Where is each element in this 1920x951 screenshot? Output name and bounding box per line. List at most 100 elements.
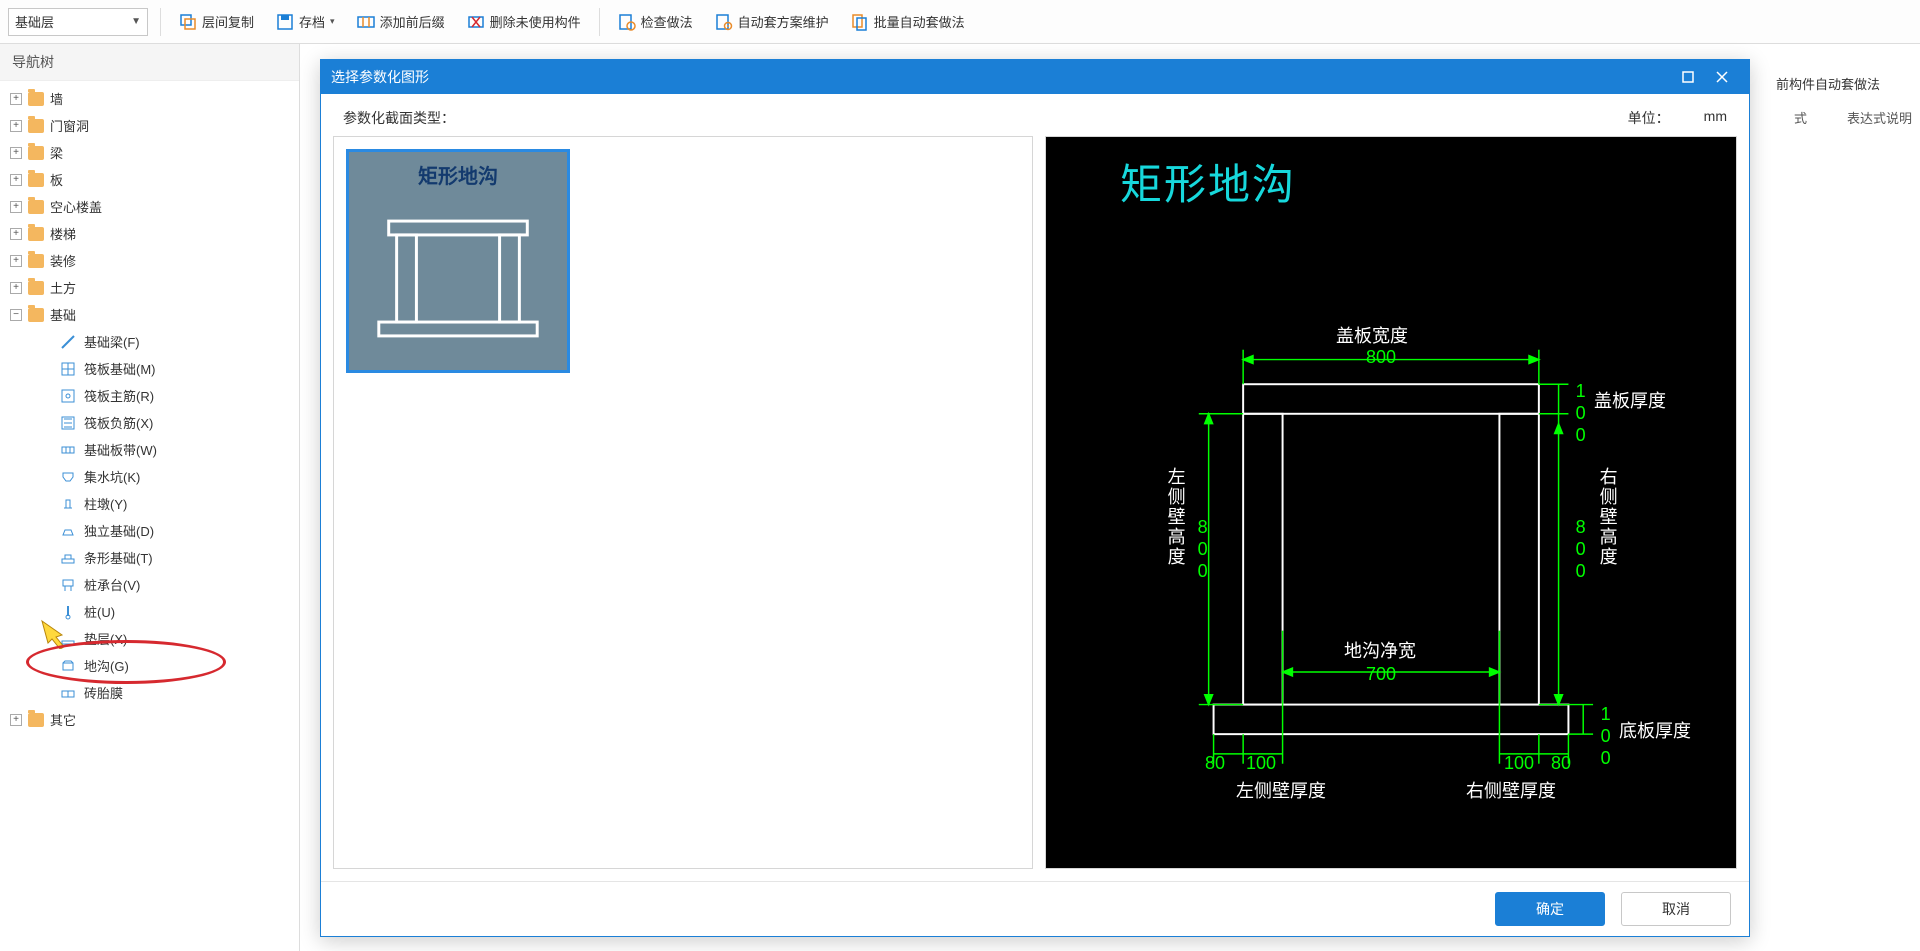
- tree-label: 装修: [50, 251, 76, 270]
- sidebar: 导航树 + 墙 + 门窗洞 + 梁 + 板 +: [0, 44, 300, 951]
- expand-icon[interactable]: +: [10, 93, 22, 105]
- tree-item-strip-foundation[interactable]: 条形基础(T): [0, 544, 299, 571]
- expand-icon[interactable]: +: [10, 174, 22, 186]
- tree-item-bedding[interactable]: 垫层(X): [0, 625, 299, 652]
- pile-icon: [60, 604, 76, 620]
- layer-select[interactable]: 基础层 ▼: [8, 8, 148, 36]
- tree-item-foundation-strip-slab[interactable]: 基础板带(W): [0, 436, 299, 463]
- auto-apply-option[interactable]: 前构件自动套做法: [1776, 74, 1880, 93]
- batch-auto-method-button[interactable]: 批量自动套做法: [845, 8, 971, 35]
- close-button[interactable]: [1705, 63, 1739, 91]
- brick-icon: [60, 685, 76, 701]
- tree-label: 独立基础(D): [84, 521, 154, 540]
- tb-label: 删除未使用构件: [490, 12, 581, 31]
- tree-group-earthwork[interactable]: + 土方: [0, 274, 299, 301]
- tree-item-pile[interactable]: 桩(U): [0, 598, 299, 625]
- maximize-button[interactable]: [1671, 63, 1705, 91]
- tb-label: 添加前后缀: [380, 12, 445, 31]
- delete-unused-button[interactable]: 删除未使用构件: [461, 8, 587, 35]
- check-icon: [618, 13, 636, 31]
- label-bottom-thickness: 底板厚度: [1619, 717, 1691, 743]
- expand-icon[interactable]: +: [10, 228, 22, 240]
- tree-label: 楼梯: [50, 224, 76, 243]
- dialog-titlebar[interactable]: 选择参数化图形: [321, 60, 1749, 94]
- tree-item-brick-mold[interactable]: 砖胎膜: [0, 679, 299, 706]
- add-prefix-suffix-button[interactable]: 添加前后缀: [351, 8, 451, 35]
- value-cover-width: 800: [1366, 347, 1396, 368]
- tree-group-decoration[interactable]: + 装修: [0, 247, 299, 274]
- tree-item-column-pier[interactable]: 柱墩(Y): [0, 490, 299, 517]
- expand-icon[interactable]: +: [10, 120, 22, 132]
- dialog-title: 选择参数化图形: [331, 67, 1671, 87]
- tree-label: 集水坑(K): [84, 467, 140, 486]
- cancel-button[interactable]: 取消: [1621, 892, 1731, 926]
- tree-group-other[interactable]: + 其它: [0, 706, 299, 733]
- gear-icon: [715, 13, 733, 31]
- archive-button[interactable]: 存档 ▾: [270, 8, 341, 35]
- tree-group-foundation[interactable]: − 基础: [0, 301, 299, 328]
- col-expr-desc: 表达式说明: [1847, 108, 1912, 127]
- expand-icon[interactable]: +: [10, 255, 22, 267]
- tree-group-slab[interactable]: + 板: [0, 166, 299, 193]
- value-trench-net-width: 700: [1366, 664, 1396, 685]
- tree-label: 条形基础(T): [84, 548, 153, 567]
- section-type-label: 参数化截面类型：: [343, 108, 455, 128]
- tree-item-sump[interactable]: 集水坑(K): [0, 463, 299, 490]
- tree-label: 桩(U): [84, 602, 115, 621]
- folder-icon: [28, 308, 44, 322]
- label-left-wall-thickness: 左侧壁厚度: [1236, 777, 1326, 803]
- label-left-wall-height: 左侧壁高度: [1164, 467, 1186, 567]
- tree-label: 柱墩(Y): [84, 494, 127, 513]
- shape-thumb-rect-trench[interactable]: 矩形地沟: [346, 149, 570, 373]
- select-parametric-shape-dialog: 选择参数化图形 参数化截面类型： 单位： mm 矩形地沟: [320, 59, 1750, 937]
- toolbar-separator: [599, 8, 600, 36]
- expand-icon[interactable]: +: [10, 147, 22, 159]
- tree-item-foundation-beam[interactable]: 基础梁(F): [0, 328, 299, 355]
- expand-icon[interactable]: +: [10, 201, 22, 213]
- nav-tree[interactable]: + 墙 + 门窗洞 + 梁 + 板 + 空心楼盖: [0, 81, 299, 951]
- tree-label: 土方: [50, 278, 76, 297]
- shape-preview-panel[interactable]: 矩形地沟: [1045, 136, 1737, 869]
- folder-icon: [28, 281, 44, 295]
- tree-label: 垫层(X): [84, 629, 127, 648]
- dialog-footer: 确定 取消: [321, 881, 1749, 936]
- auto-scheme-maintain-button[interactable]: 自动套方案维护: [709, 8, 835, 35]
- label-right-wall-height: 右侧壁高度: [1596, 467, 1618, 567]
- label-cover-thickness: 盖板厚度: [1594, 387, 1666, 413]
- expand-icon[interactable]: +: [10, 714, 22, 726]
- tb-label: 自动套方案维护: [738, 12, 829, 31]
- collapse-icon[interactable]: −: [10, 309, 22, 321]
- tree-label: 桩承台(V): [84, 575, 140, 594]
- label-right-wall-thickness: 右侧壁厚度: [1466, 777, 1556, 803]
- tree-label: 门窗洞: [50, 116, 89, 135]
- bedding-icon: [60, 631, 76, 647]
- value-left-outer: 80: [1205, 753, 1225, 774]
- copy-between-floors-button[interactable]: 层间复制: [173, 8, 260, 35]
- ok-button[interactable]: 确定: [1495, 892, 1605, 926]
- tree-item-raft-main-rebar[interactable]: 筏板主筋(R): [0, 382, 299, 409]
- tree-item-trench[interactable]: 地沟(G): [0, 652, 299, 679]
- tree-item-raft-neg-rebar[interactable]: 筏板负筋(X): [0, 409, 299, 436]
- tree-item-raft-foundation[interactable]: 筏板基础(M): [0, 355, 299, 382]
- tree-group-hollow-floor[interactable]: + 空心楼盖: [0, 193, 299, 220]
- tree-item-isolated-foundation[interactable]: 独立基础(D): [0, 517, 299, 544]
- expand-icon[interactable]: +: [10, 282, 22, 294]
- tree-label: 基础: [50, 305, 76, 324]
- rebar-icon: [60, 388, 76, 404]
- dialog-info-row: 参数化截面类型： 单位： mm: [321, 94, 1749, 136]
- line-icon: [60, 334, 76, 350]
- tree-label: 墙: [50, 89, 63, 108]
- diagram-svg: [1046, 137, 1736, 868]
- check-method-button[interactable]: 检查做法: [612, 8, 699, 35]
- tree-item-pile-cap[interactable]: 桩承台(V): [0, 571, 299, 598]
- col-expr: 式: [1794, 108, 1807, 127]
- tree-label: 基础梁(F): [84, 332, 140, 351]
- tree-group-stairs[interactable]: + 楼梯: [0, 220, 299, 247]
- tree-group-wall[interactable]: + 墙: [0, 85, 299, 112]
- isolated-icon: [60, 523, 76, 539]
- tree-group-beam[interactable]: + 梁: [0, 139, 299, 166]
- folder-icon: [28, 254, 44, 268]
- layer-select-value: 基础层: [15, 12, 54, 31]
- tree-group-door-window[interactable]: + 门窗洞: [0, 112, 299, 139]
- pattern-icon: [60, 415, 76, 431]
